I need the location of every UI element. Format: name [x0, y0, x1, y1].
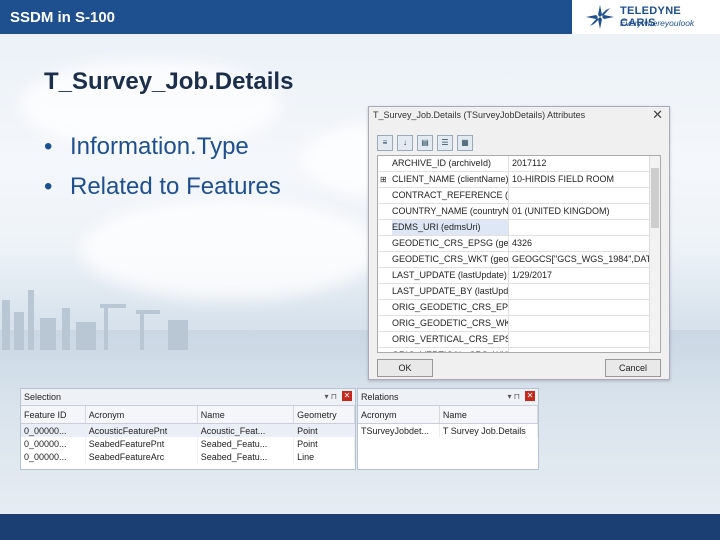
table-cell: Point: [293, 423, 355, 437]
bullet-list: • Information.Type • Related to Features: [44, 132, 281, 212]
bullet-text: Information.Type: [70, 133, 249, 160]
selection-panel-header: Selection ▾ ⊓ ✕: [21, 389, 355, 406]
property-value[interactable]: 2017112: [512, 156, 652, 171]
property-name: EDMS_URI (edmsUri): [392, 220, 509, 235]
column-header[interactable]: Acronym: [85, 406, 198, 424]
properties-icon[interactable]: ▤: [417, 135, 433, 151]
property-value[interactable]: 01 (UNITED KINGDOM): [512, 204, 652, 219]
attributes-dialog: T_Survey_Job.Details (TSurveyJobDetails)…: [368, 106, 670, 380]
close-icon[interactable]: ✕: [652, 107, 663, 123]
property-value[interactable]: 4326: [512, 236, 652, 251]
port-skyline-graphic: [2, 290, 188, 350]
property-row[interactable]: GEODETIC_CRS_EPSG (geod 4326: [378, 236, 660, 252]
cancel-button[interactable]: Cancel: [605, 359, 661, 377]
teledyne-caris-logo: TELEDYNE CARIS Everywhereyoulook: [572, 0, 720, 34]
property-value[interactable]: GEOGCS["GCS_WGS_1984",DAT: [512, 252, 652, 267]
bullet-item: • Information.Type: [44, 133, 249, 160]
scrollbar-thumb[interactable]: [651, 168, 659, 228]
table-cell: 0_00000...: [21, 450, 86, 463]
column-header[interactable]: Acronym: [358, 406, 440, 424]
column-header[interactable]: Name: [439, 406, 538, 424]
property-name: ARCHIVE_ID (archiveId): [392, 156, 509, 171]
property-row[interactable]: EDMS_URI (edmsUri): [378, 220, 660, 236]
property-row[interactable]: LAST_UPDATE_BY (lastUpda: [378, 284, 660, 300]
relations-table: Acronym Name TSurveyJobdet... T Survey Job…: [358, 406, 538, 437]
table-cell: AcousticFeaturePnt: [85, 423, 198, 437]
bullet-item: • Related to Features: [44, 173, 281, 200]
column-header[interactable]: Geometry: [293, 406, 355, 424]
relations-panel: Relations ▾ ⊓ ✕ Acronym Name TSurveyJobde…: [357, 388, 539, 470]
property-row[interactable]: ORIG_VERTICAL_CRS_EPSG: [378, 332, 660, 348]
dialog-title: T_Survey_Job.Details (TSurveyJobDetails)…: [373, 110, 586, 120]
logo-tagline: Everywhereyoulook: [620, 18, 695, 28]
dialog-toolbar: ≡ ↓ ▤ ☰ ▦: [377, 135, 477, 151]
table-cell: SeabedFeatureArc: [85, 450, 198, 463]
selection-panel-title: Selection: [24, 392, 62, 402]
grid-icon[interactable]: ▦: [457, 135, 473, 151]
table-cell: 0_00000...: [21, 423, 86, 437]
property-value[interactable]: 1/29/2017: [512, 268, 652, 283]
table-cell: Acoustic_Feat...: [197, 423, 295, 437]
property-name: LAST_UPDATE (lastUpdate): [392, 268, 509, 283]
vertical-scrollbar[interactable]: [649, 156, 660, 352]
property-row[interactable]: COUNTRY_NAME (countryNa 01 (UNITED KINGDO…: [378, 204, 660, 220]
table-row[interactable]: TSurveyJobdet... T Survey Job.Details: [358, 423, 538, 437]
property-name: GEODETIC_CRS_WKT (geod: [392, 252, 509, 267]
property-name: LAST_UPDATE_BY (lastUpda: [392, 284, 509, 299]
column-header[interactable]: Feature ID: [21, 406, 86, 424]
table-row[interactable]: 0_00000... SeabedFeatureArc Seabed_Featu..…: [21, 450, 355, 463]
property-row[interactable]: CONTRACT_REFERENCE (cor: [378, 188, 660, 204]
categorized-sort-icon[interactable]: ≡: [377, 135, 393, 151]
ok-button[interactable]: OK: [377, 359, 433, 377]
close-icon[interactable]: ✕: [342, 391, 352, 401]
header-title: SSDM in S-100: [10, 9, 116, 26]
table-cell: T Survey Job.Details: [439, 423, 538, 437]
property-value[interactable]: 10-HIRDIS FIELD ROOM: [512, 172, 652, 187]
table-cell: Seabed_Featu...: [197, 450, 295, 463]
table-cell: 0_00000...: [21, 437, 86, 450]
bullet-text: Related to Features: [70, 173, 281, 200]
property-name: CONTRACT_REFERENCE (cor: [392, 188, 509, 203]
alphabetical-sort-icon[interactable]: ↓: [397, 135, 413, 151]
property-row[interactable]: ⊞ CLIENT_NAME (clientName) 10-HIRDIS FIELD…: [378, 172, 660, 188]
property-row[interactable]: ORIG_GEODETIC_CRS_WKT: [378, 316, 660, 332]
table-cell: Line: [293, 450, 355, 463]
property-grid: ARCHIVE_ID (archiveId) 2017112 ⊞ CLIENT_NAM…: [377, 155, 661, 353]
property-row[interactable]: ORIG_VERTICAL_CRS_WKT: [378, 348, 660, 352]
property-name: ORIG_GEODETIC_CRS_WKT: [392, 316, 509, 331]
logo-star-icon: [586, 5, 614, 29]
table-cell: SeabedFeaturePnt: [85, 437, 198, 450]
property-name: ORIG_VERTICAL_CRS_EPSG: [392, 332, 509, 347]
slide: SSDM in S-100 TELEDYNE CARIS Everywherey…: [0, 0, 720, 540]
table-cell: Seabed_Featu...: [197, 437, 295, 450]
selection-panel: Selection ▾ ⊓ ✕ Feature ID Acronym Name Geo…: [20, 388, 356, 470]
header-bar: SSDM in S-100: [0, 0, 572, 34]
relations-panel-title: Relations: [361, 392, 399, 402]
table-cell: TSurveyJobdet...: [358, 423, 440, 437]
pin-icon[interactable]: ▾ ⊓: [325, 389, 337, 405]
property-name: GEODETIC_CRS_EPSG (geod: [392, 236, 509, 251]
column-header[interactable]: Name: [197, 406, 295, 424]
slide-title: T_Survey_Job.Details: [44, 68, 294, 95]
property-name: ORIG_GEODETIC_CRS_EPSG: [392, 300, 509, 315]
property-name: ORIG_VERTICAL_CRS_WKT: [392, 348, 509, 352]
list-icon[interactable]: ☰: [437, 135, 453, 151]
footer-bar: [0, 514, 720, 540]
table-row[interactable]: 0_00000... SeabedFeaturePnt Seabed_Featu..…: [21, 437, 355, 450]
table-cell: Point: [293, 437, 355, 450]
property-row[interactable]: ORIG_GEODETIC_CRS_EPSG: [378, 300, 660, 316]
property-row[interactable]: GEODETIC_CRS_WKT (geod GEOGCS["GCS_WGS_19…: [378, 252, 660, 268]
close-icon[interactable]: ✕: [525, 391, 535, 401]
property-name: CLIENT_NAME (clientName): [392, 172, 509, 187]
pin-icon[interactable]: ▾ ⊓: [508, 389, 520, 405]
property-row[interactable]: LAST_UPDATE (lastUpdate) 1/29/2017: [378, 268, 660, 284]
relations-panel-header: Relations ▾ ⊓ ✕: [358, 389, 538, 406]
expand-icon[interactable]: ⊞: [380, 172, 390, 187]
property-row[interactable]: ARCHIVE_ID (archiveId) 2017112: [378, 156, 660, 172]
table-row[interactable]: 0_00000... AcousticFeaturePnt Acoustic_Fea…: [21, 423, 355, 437]
selection-table: Feature ID Acronym Name Geometry 0_00000...…: [21, 406, 355, 463]
property-name: COUNTRY_NAME (countryNa: [392, 204, 509, 219]
